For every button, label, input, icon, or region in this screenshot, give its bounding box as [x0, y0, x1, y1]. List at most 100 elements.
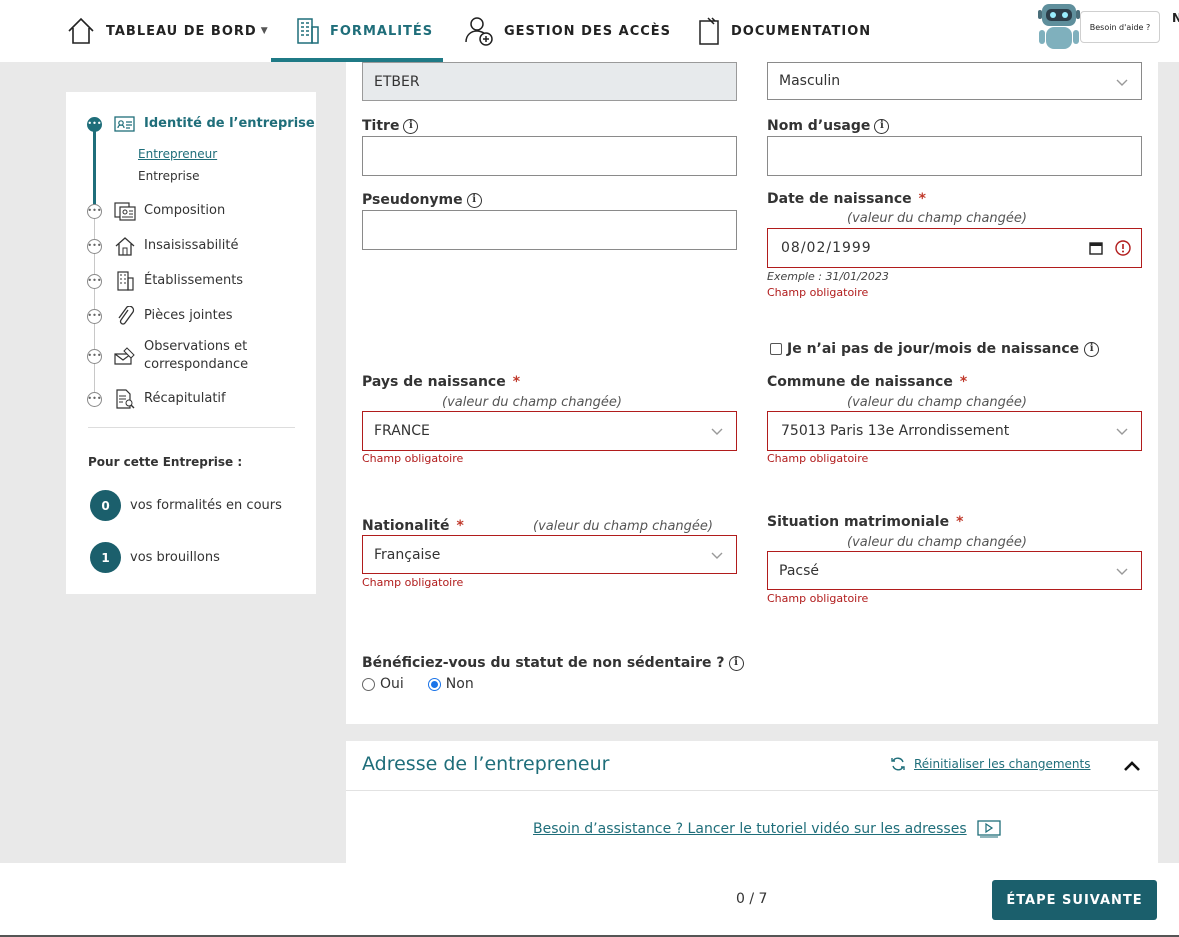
reset-changes-label: Réinitialiser les changements: [914, 757, 1091, 771]
user-menu[interactable]: N: [1172, 11, 1179, 25]
step-etablissements[interactable]: ••• Établissements: [87, 271, 243, 291]
calendar-icon[interactable]: [1089, 241, 1103, 255]
nav-access-management[interactable]: GESTION DES ACCÈS: [464, 0, 671, 62]
info-icon[interactable]: i: [874, 118, 890, 134]
substep-entrepreneur[interactable]: Entrepreneur: [138, 147, 217, 161]
reset-changes-link[interactable]: Réinitialiser les changements: [890, 756, 1090, 772]
birthdate-input[interactable]: 08/02/1999: [767, 228, 1142, 268]
home-icon: [68, 17, 94, 44]
nationality-select[interactable]: Française: [362, 535, 737, 574]
birth-country-select[interactable]: FRANCE: [362, 411, 737, 451]
step-composition[interactable]: ••• Composition: [87, 201, 225, 221]
chevron-down-icon: [711, 552, 723, 559]
chevron-up-icon[interactable]: [1122, 757, 1142, 775]
gender-select[interactable]: Masculin: [767, 62, 1142, 100]
required-mark: *: [956, 514, 964, 530]
birth-country-label: Pays de naissance *: [362, 374, 520, 390]
info-icon[interactable]: i: [466, 192, 482, 208]
step-dot: •••: [87, 348, 102, 364]
step-dot: •••: [87, 273, 102, 289]
pseudonyme-label: Pseudonyme i: [362, 192, 482, 208]
birth-country-label-text: Pays de naissance: [362, 374, 506, 390]
video-icon: [976, 820, 1001, 838]
nationality-label: Nationalité *: [362, 518, 464, 534]
step-insaisissabilite[interactable]: ••• Insaisissabilité: [87, 236, 239, 256]
nom-usage-input[interactable]: [767, 136, 1142, 176]
birth-city-select[interactable]: 75013 Paris 13e Arrondissement: [767, 411, 1142, 451]
nav-documentation[interactable]: DOCUMENTATION: [697, 0, 871, 62]
pseudonyme-input[interactable]: [362, 210, 737, 250]
non-sedentary-radio-group: Oui Non: [362, 676, 474, 692]
nom-usage-label-text: Nom d’usage: [767, 118, 871, 134]
changed-notice: (valeur du champ changée): [533, 519, 713, 534]
info-icon[interactable]: i: [1084, 341, 1100, 357]
nav-access-label: GESTION DES ACCÈS: [504, 23, 672, 39]
step-label: Observations et correspondance: [144, 339, 249, 372]
error-message: Champ obligatoire: [362, 452, 464, 465]
step-label: Pièces jointes: [144, 308, 233, 323]
required-mark: *: [456, 518, 464, 534]
changed-notice: (valeur du champ changée): [847, 211, 1027, 226]
gender-value: Masculin: [779, 73, 841, 89]
step-pieces-jointes[interactable]: ••• Pièces jointes: [87, 306, 233, 326]
info-icon[interactable]: i: [403, 118, 419, 134]
step-observations[interactable]: ••• Observations et correspondance: [87, 338, 254, 374]
birthdate-example: Exemple : 31/01/2023: [767, 270, 889, 283]
nav-dashboard-label: TABLEAU DE BORD: [106, 23, 257, 39]
step-dot-active: •••: [87, 116, 102, 132]
checkbox-box[interactable]: [770, 343, 782, 355]
counter-drafts[interactable]: 1 vos brouillons: [90, 542, 220, 573]
marital-label-text: Situation matrimoniale: [767, 514, 950, 530]
envelope-icon: [114, 347, 135, 365]
step-label: Identité de l’entreprise: [144, 116, 315, 131]
nav-formalites[interactable]: FORMALITÉS: [296, 0, 433, 62]
no-day-month-checkbox[interactable]: Je n’ai pas de jour/mois de naissance i: [770, 341, 1100, 357]
next-step-button[interactable]: ÉTAPE SUIVANTE: [992, 880, 1157, 920]
for-company-title: Pour cette Entreprise :: [88, 455, 243, 469]
substep-entreprise[interactable]: Entreprise: [138, 169, 199, 183]
nationality-value: Française: [374, 546, 441, 563]
nav-dashboard[interactable]: TABLEAU DE BORD ▼: [66, 0, 269, 62]
marital-select[interactable]: Pacsé: [767, 551, 1142, 590]
marital-value: Pacsé: [779, 562, 819, 579]
address-divider: [346, 790, 1158, 791]
step-recapitulatif[interactable]: ••• Récapitulatif: [87, 389, 226, 409]
video-tutorial-link[interactable]: Besoin d’assistance ? Lancer le tutoriel…: [533, 820, 1001, 838]
chevron-down-icon: ▼: [260, 26, 269, 36]
changed-notice: (valeur du champ changée): [847, 535, 1027, 550]
robot-assistant-icon[interactable]: [1034, 0, 1084, 54]
step-label: Récapitulatif: [144, 391, 226, 406]
step-label: Composition: [144, 203, 226, 218]
document-icon: [699, 17, 719, 45]
step-label: Établissements: [144, 273, 244, 288]
id-card-icon: [114, 116, 135, 132]
counter-badge: 1: [90, 542, 121, 573]
info-icon[interactable]: i: [728, 655, 744, 671]
address-title: Adresse de l’entrepreneur: [362, 753, 610, 775]
nom-usage-label: Nom d’usage i: [767, 118, 890, 134]
step-dot: •••: [87, 203, 102, 219]
step-identite[interactable]: ••• Identité de l’entreprise: [87, 114, 315, 134]
refresh-icon: [891, 757, 905, 771]
error-message: Champ obligatoire: [767, 592, 869, 605]
titre-label: Titre i: [362, 118, 419, 134]
chevron-down-icon: [1116, 428, 1128, 435]
step-dot: •••: [87, 238, 102, 254]
chevron-down-icon: [1116, 568, 1128, 575]
chevron-down-icon: [1116, 79, 1128, 86]
counter-formalities[interactable]: 0 vos formalités en cours: [90, 490, 282, 521]
birthdate-label-text: Date de naissance: [767, 191, 912, 207]
help-bubble[interactable]: Besoin d'aide ?: [1080, 11, 1160, 43]
radio-non[interactable]: [427, 677, 441, 691]
counter-badge: 0: [90, 490, 121, 521]
required-mark: *: [918, 191, 926, 207]
top-navigation: TABLEAU DE BORD ▼ FORMALITÉS GESTION DES…: [0, 0, 1179, 62]
sidebar-divider: [88, 427, 295, 428]
birth-country-value: FRANCE: [374, 423, 430, 439]
error-message: Champ obligatoire: [767, 286, 869, 299]
birth-city-value: 75013 Paris 13e Arrondissement: [781, 423, 1010, 439]
radio-oui[interactable]: [362, 677, 375, 691]
step-progress: 0 / 7: [736, 891, 768, 907]
titre-input[interactable]: [362, 136, 737, 176]
step-dot: •••: [87, 391, 102, 407]
